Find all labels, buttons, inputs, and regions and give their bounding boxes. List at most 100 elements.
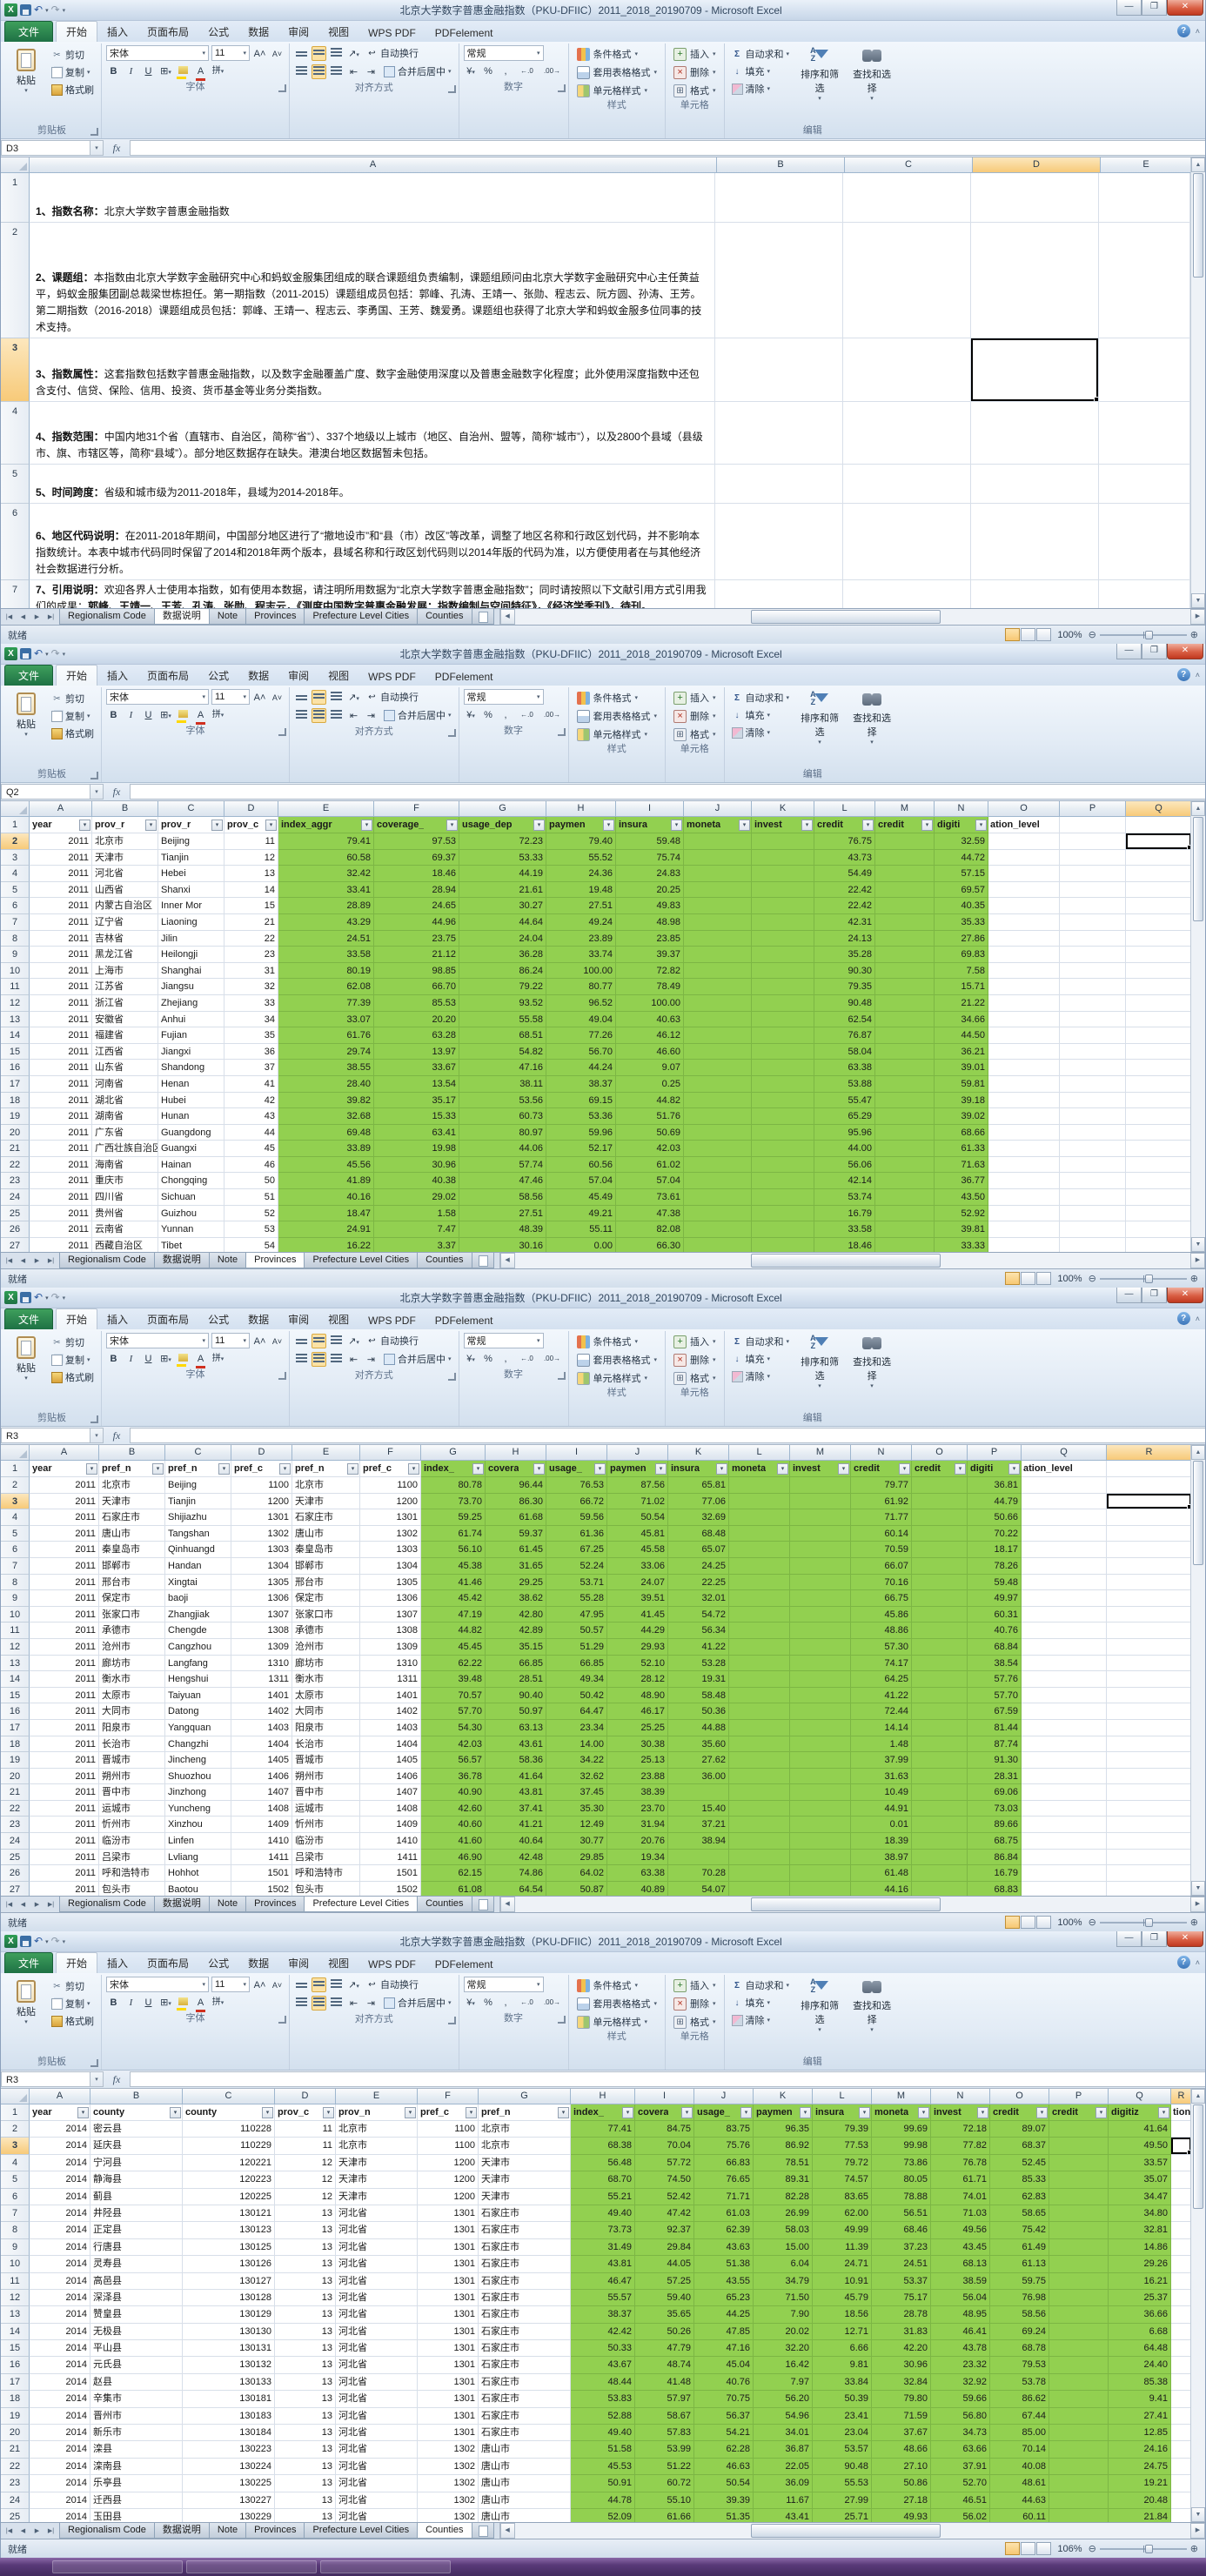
cell-D24[interactable]: 51 xyxy=(224,1189,278,1206)
cell-K11[interactable]: 34.79 xyxy=(754,2272,813,2290)
cell-C6[interactable] xyxy=(843,504,971,580)
grow-font-button[interactable]: A˄ xyxy=(252,1977,267,1992)
cell-K17[interactable]: 7.97 xyxy=(754,2373,813,2392)
cell-I9[interactable]: 39.37 xyxy=(616,947,684,963)
cell-C4[interactable] xyxy=(843,402,971,465)
cell-G8[interactable]: 石家庄市 xyxy=(479,2222,571,2239)
increase-indent-icon[interactable]: ⇥ xyxy=(364,1996,379,2011)
header-cell-N1[interactable]: credit ▾ xyxy=(851,1461,912,1477)
cell-G6[interactable]: 56.10 xyxy=(421,1542,486,1558)
cell-P20[interactable]: 28.31 xyxy=(968,1768,1022,1785)
cell-C13[interactable]: Anhui xyxy=(158,1011,224,1028)
cell-H14[interactable]: 42.42 xyxy=(571,2323,635,2341)
comma-style-icon[interactable]: , xyxy=(499,1995,513,2010)
cell-A3[interactable]: 2011 xyxy=(30,1493,99,1510)
borders-button[interactable]: ⊞▾ xyxy=(158,64,173,78)
ribbon-tab-6[interactable]: 审阅 xyxy=(278,22,318,42)
cell-N11[interactable]: 15.71 xyxy=(935,979,988,995)
cell-H9[interactable]: 38.62 xyxy=(486,1590,546,1607)
cell-C10[interactable]: Zhangjiak xyxy=(165,1606,231,1623)
cell-Q5[interactable] xyxy=(1126,882,1190,899)
font-name-select[interactable]: 宋体 ▾ xyxy=(106,689,209,705)
cell-F2[interactable]: 1100 xyxy=(418,2121,479,2138)
cell-G18[interactable]: 53.56 xyxy=(459,1092,546,1109)
cell-C4[interactable]: Hebei xyxy=(158,866,224,882)
cell-A25[interactable]: 2014 xyxy=(30,2508,90,2522)
cell-M11[interactable] xyxy=(790,1623,851,1639)
cell-F15[interactable]: 1401 xyxy=(360,1687,421,1704)
merge-center-button[interactable]: 合并后居中 ▾ xyxy=(381,1995,454,2011)
cell-I16[interactable]: 64.47 xyxy=(546,1703,607,1720)
cell-B20[interactable]: 朔州市 xyxy=(99,1768,165,1785)
cell-Q21[interactable]: 24.16 xyxy=(1109,2441,1171,2459)
cell-A3[interactable]: 2011 xyxy=(30,849,92,866)
cell-P2[interactable] xyxy=(1049,2121,1109,2138)
header-cell-I1[interactable]: usage_ ▾ xyxy=(546,1461,607,1477)
filter-dropdown-icon[interactable]: ▾ xyxy=(279,1463,291,1475)
first-sheet-icon[interactable]: |◀ xyxy=(3,1254,16,1268)
header-cell-G1[interactable]: pref_n ▾ xyxy=(479,2104,571,2121)
cell-F16[interactable]: 1402 xyxy=(360,1703,421,1720)
select-all-corner[interactable] xyxy=(1,1445,30,1461)
cell-E3[interactable]: 天津市 xyxy=(292,1493,360,1510)
prev-sheet-icon[interactable]: ◀ xyxy=(17,1254,30,1268)
cell-I15[interactable]: 46.60 xyxy=(616,1043,684,1061)
cell-G20[interactable]: 石家庄市 xyxy=(479,2425,571,2442)
cell-B14[interactable]: 福建省 xyxy=(92,1027,158,1044)
cell-E3[interactable]: 北京市 xyxy=(336,2138,418,2155)
cell-C2[interactable]: Beijing xyxy=(165,1477,231,1494)
cell-B17[interactable]: 赵县 xyxy=(90,2373,183,2392)
cell-J11[interactable]: 44.29 xyxy=(607,1623,668,1639)
first-sheet-icon[interactable]: |◀ xyxy=(3,2524,16,2539)
cell-Q3[interactable] xyxy=(1126,850,1190,866)
cell-D18[interactable]: 13 xyxy=(275,2391,336,2408)
ribbon-tab-9[interactable]: PDFelement xyxy=(425,1956,503,1973)
cell-M19[interactable] xyxy=(875,1108,935,1125)
cell-O14[interactable]: 69.24 xyxy=(990,2323,1049,2341)
cell-O3[interactable] xyxy=(988,849,1060,866)
cell-A2[interactable]: 2014 xyxy=(30,2121,90,2138)
perc-style-icon[interactable]: % xyxy=(481,1995,496,2010)
cell-C27[interactable]: Baotou xyxy=(165,1881,231,1896)
cell-H20[interactable]: 49.40 xyxy=(571,2425,635,2442)
cell-G15[interactable]: 70.57 xyxy=(421,1687,486,1704)
cell-K16[interactable]: 50.36 xyxy=(668,1703,729,1720)
cell-D11[interactable]: 1308 xyxy=(231,1623,292,1639)
cell-C25[interactable]: Guizhou xyxy=(158,1205,224,1222)
cell-H12[interactable]: 55.57 xyxy=(571,2289,635,2307)
cell-D15[interactable]: 1401 xyxy=(231,1687,292,1704)
cell-N12[interactable]: 56.04 xyxy=(931,2289,990,2307)
cell-J25[interactable]: 19.34 xyxy=(607,1849,668,1866)
cell-H27[interactable]: 64.54 xyxy=(486,1881,546,1896)
cell-R7[interactable] xyxy=(1171,2205,1190,2223)
cell-M17[interactable] xyxy=(875,1075,935,1093)
cell-P4[interactable] xyxy=(1060,866,1126,882)
sheet-tab-3[interactable]: Provinces xyxy=(245,1897,305,1912)
cell-L18[interactable] xyxy=(729,1736,790,1753)
cell-N17[interactable]: 59.81 xyxy=(935,1075,988,1093)
cell-M11[interactable] xyxy=(875,979,935,995)
header-cell-Q1[interactable]: digitiz ▾ xyxy=(1109,2104,1171,2121)
merge-center-button[interactable]: 合并后居中 ▾ xyxy=(381,707,454,723)
ribbon-tab-6[interactable]: 审阅 xyxy=(278,1309,318,1329)
cell-Q15[interactable] xyxy=(1126,1044,1190,1061)
cell-Q2[interactable] xyxy=(1022,1477,1107,1494)
cell-I8[interactable]: 23.85 xyxy=(616,930,684,947)
cell-M22[interactable]: 27.10 xyxy=(872,2458,931,2476)
cell-I22[interactable]: 51.22 xyxy=(635,2458,694,2476)
align-right-icon[interactable] xyxy=(329,1352,344,1367)
cell-C22[interactable]: 130224 xyxy=(183,2458,275,2476)
cell-D5[interactable]: 1302 xyxy=(231,1525,292,1542)
redo-icon[interactable]: ↷ xyxy=(51,1936,60,1947)
cell-O12[interactable] xyxy=(912,1638,968,1656)
cell-P17[interactable] xyxy=(1060,1075,1126,1093)
dialog-launcher-icon[interactable] xyxy=(90,772,98,779)
cell-K8[interactable]: 58.03 xyxy=(754,2222,813,2239)
cell-K3[interactable]: 77.06 xyxy=(668,1493,729,1510)
cell-C3[interactable]: Tianjin xyxy=(158,849,224,866)
cell-P4[interactable]: 50.66 xyxy=(968,1509,1022,1526)
cell-B10[interactable]: 上海市 xyxy=(92,962,158,980)
cell-L7[interactable]: 62.00 xyxy=(813,2205,872,2223)
cell-K18[interactable]: 35.60 xyxy=(668,1736,729,1753)
cell-I23[interactable]: 60.72 xyxy=(635,2475,694,2492)
